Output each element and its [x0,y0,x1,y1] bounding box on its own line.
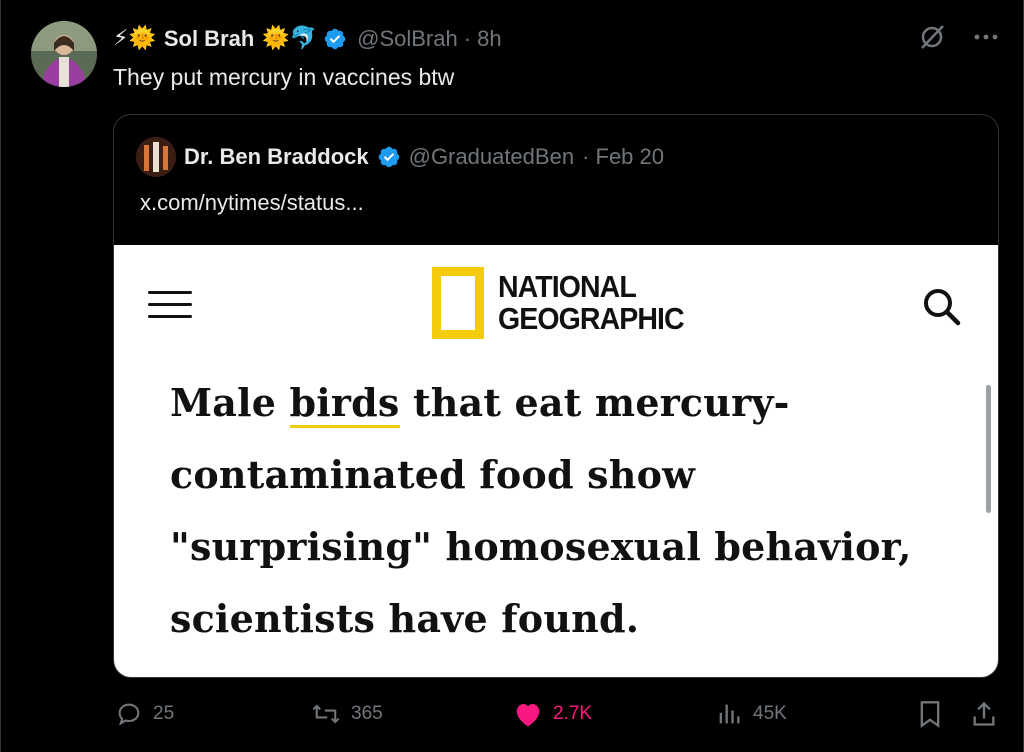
author-name[interactable]: Sol Brah [164,26,254,52]
tweet-top-actions [917,22,999,52]
views-button[interactable]: 45K [715,700,787,728]
repost-button[interactable]: 365 [311,700,383,728]
bookmark-button[interactable] [917,700,943,728]
quoted-image-screenshot[interactable]: NATIONAL GEOGRAPHIC Male birds that eat … [114,245,998,677]
tweet-text: They put mercury in vaccines btw [113,64,455,90]
natgeo-yellow-border-icon [432,267,484,339]
tweet-header: ⚡🌞 Sol Brah 🌞🐬 @SolBrah · 8h [113,24,502,54]
reply-icon [118,703,140,726]
natgeo-wordmark: NATIONAL GEOGRAPHIC [498,269,685,336]
reply-count: 25 [153,703,175,724]
headline-text-start: Male [170,380,290,425]
share-button[interactable] [971,700,997,728]
quoted-tweet-time[interactable]: · Feb 20 [582,144,664,170]
bookmark-icon [920,701,940,728]
tweet-actions-bar: 25 365 2.7K 45K [111,700,1011,732]
views-count: 45K [753,703,787,724]
share-icon [973,701,995,726]
like-icon [516,704,540,727]
quoted-tweet-link[interactable]: x.com/nytimes/status... [140,190,364,216]
emoji-suffix: 🌞🐬 [262,26,318,51]
quoted-tweet-header: Dr. Ben Braddock @GraduatedBen · Feb 20 [136,137,664,177]
like-button[interactable]: 2.7K [513,700,592,728]
natgeo-line2: GEOGRAPHIC [498,301,685,336]
article-headline: Male birds that eat mercury-contaminated… [170,367,960,655]
repost-icon [312,704,340,724]
quoted-author-avatar[interactable] [136,137,176,177]
menu-icon [148,289,192,321]
repost-count: 365 [351,703,383,724]
tweet-container: ⚡🌞 Sol Brah 🌞🐬 @SolBrah · 8h They put me… [0,0,1024,752]
grok-icon[interactable] [917,22,947,52]
quoted-author-handle[interactable]: @GraduatedBen [409,144,574,170]
views-icon [719,704,740,724]
emoji-prefix: ⚡🌞 [113,26,156,51]
verified-badge-icon [324,28,346,50]
scrollbar [986,385,991,513]
author-avatar[interactable] [31,21,97,87]
author-handle[interactable]: @SolBrah [357,26,458,52]
like-count: 2.7K [553,703,593,724]
tweet-time[interactable]: · 8h [464,26,502,52]
natgeo-line1: NATIONAL [498,269,637,304]
verified-badge-icon [378,146,399,168]
reply-button[interactable]: 25 [115,700,174,728]
headline-link-birds: birds [289,380,400,428]
search-icon [924,289,961,326]
more-icon[interactable] [973,32,999,42]
natgeo-logo: NATIONAL GEOGRAPHIC [432,267,700,339]
quoted-tweet[interactable]: Dr. Ben Braddock @GraduatedBen · Feb 20 … [113,114,999,678]
quoted-author-name[interactable]: Dr. Ben Braddock [184,144,369,170]
